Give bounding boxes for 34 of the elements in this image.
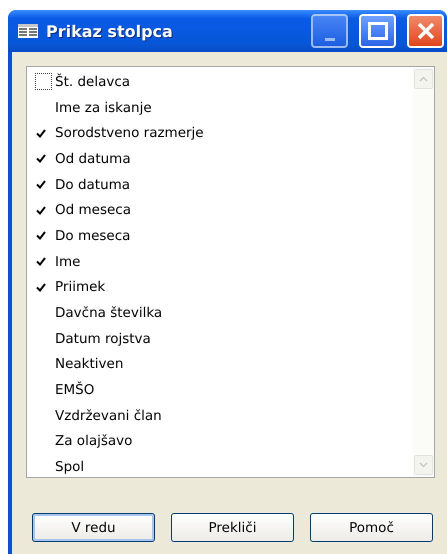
column-item[interactable]: Ime <box>55 254 80 270</box>
dialog-button[interactable]: Pomoč <box>310 513 433 542</box>
dialog-button[interactable]: Prekliči <box>171 513 294 542</box>
check-icon[interactable] <box>36 206 46 215</box>
check-icon[interactable] <box>36 180 46 190</box>
check-icon[interactable] <box>36 231 46 240</box>
column-item[interactable]: Od meseca <box>55 202 131 218</box>
column-item[interactable]: Od datuma <box>55 150 131 167</box>
minimize-icon <box>324 38 334 40</box>
column-item[interactable]: Spol <box>55 459 84 476</box>
minimize-button[interactable] <box>311 14 348 48</box>
column-item[interactable]: Sorodstveno razmerje <box>55 125 204 142</box>
maximize-icon <box>368 22 388 40</box>
check-icon[interactable] <box>36 154 46 164</box>
column-item[interactable]: Št. delavca <box>55 74 130 90</box>
column-item[interactable]: Datum rojstva <box>55 330 151 347</box>
close-icon <box>416 21 436 41</box>
check-icon[interactable] <box>36 282 46 292</box>
check-icon[interactable] <box>36 128 46 138</box>
dialog-button[interactable]: V redu <box>32 513 155 542</box>
column-item[interactable]: EMŠO <box>55 382 94 398</box>
column-item[interactable]: Priimek <box>55 279 106 296</box>
column-item[interactable]: Vzdrževani član <box>55 408 162 424</box>
column-item[interactable]: Do meseca <box>55 228 130 244</box>
close-button[interactable] <box>407 14 444 48</box>
column-item[interactable]: Davčna številka <box>55 305 162 322</box>
table-icon <box>18 24 38 38</box>
column-item[interactable]: Do datuma <box>55 176 130 193</box>
column-item[interactable]: Neaktiven <box>55 356 124 372</box>
window-title: Prikaz stolpca <box>46 22 174 40</box>
check-icon[interactable] <box>36 257 46 266</box>
maximize-button[interactable] <box>359 14 396 48</box>
column-item[interactable]: Ime za iskanje <box>55 100 152 116</box>
column-item[interactable]: Za olajšavo <box>55 433 132 450</box>
